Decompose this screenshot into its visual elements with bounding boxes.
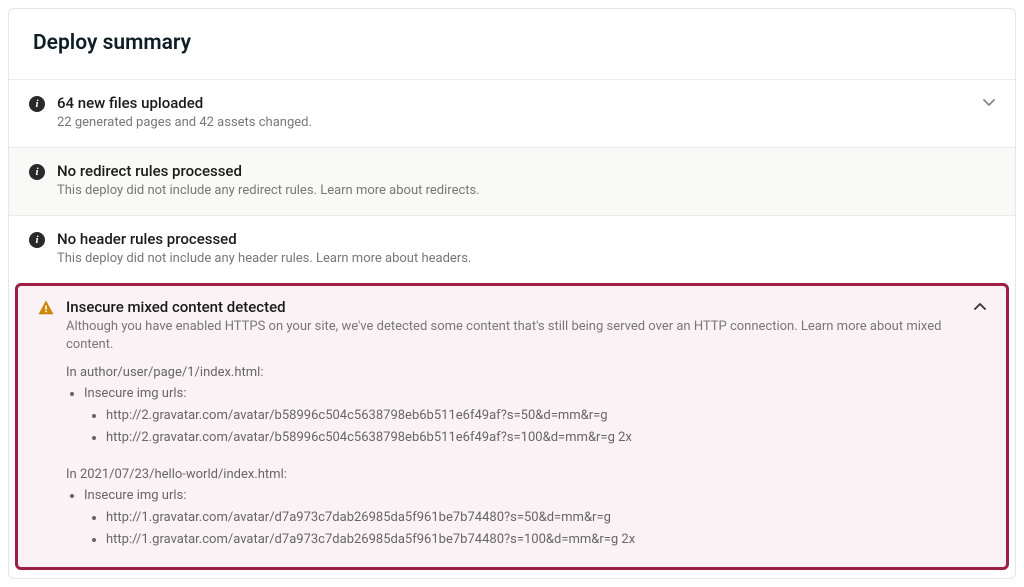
row-subtitle: Although you have enabled HTTPS on your … <box>66 318 964 356</box>
row-subtitle: This deploy did not include any redirect… <box>57 182 995 201</box>
row-subtitle-text: Although you have enabled HTTPS on your … <box>66 319 801 334</box>
summary-row-files-uploaded[interactable]: i 64 new files uploaded 22 generated pag… <box>9 79 1015 147</box>
info-icon: i <box>29 232 45 248</box>
detail-file-path: In author/user/page/1/index.html: <box>66 363 964 383</box>
info-icon: i <box>29 164 45 180</box>
summary-row-headers: i No header rules processed This deploy … <box>9 215 1015 283</box>
insecure-url: http://1.gravatar.com/avatar/d7a973c7dab… <box>106 507 964 529</box>
learn-more-link[interactable]: Learn more about headers. <box>316 251 471 266</box>
insecure-url: http://2.gravatar.com/avatar/b58996c504c… <box>106 405 964 427</box>
detail-label: Insecure img urls: http://2.gravatar.com… <box>84 383 964 449</box>
chevron-up-icon[interactable] <box>964 298 986 313</box>
row-subtitle-text: This deploy did not include any header r… <box>57 251 316 266</box>
row-subtitle: 22 generated pages and 42 assets changed… <box>57 114 973 133</box>
page-title: Deploy summary <box>33 31 991 55</box>
row-title: Insecure mixed content detected <box>66 298 964 316</box>
deploy-summary-header: Deploy summary <box>9 9 1015 79</box>
summary-row-mixed-content[interactable]: Insecure mixed content detected Although… <box>15 283 1009 570</box>
summary-row-redirects: i No redirect rules processed This deplo… <box>9 147 1015 215</box>
row-title: No header rules processed <box>57 230 995 248</box>
row-title: No redirect rules processed <box>57 162 995 180</box>
row-subtitle: This deploy did not include any header r… <box>57 250 995 269</box>
row-subtitle-text: This deploy did not include any redirect… <box>57 183 320 198</box>
deploy-summary-card: Deploy summary i 64 new files uploaded 2… <box>8 8 1016 579</box>
info-icon: i <box>29 96 45 112</box>
detail-label: Insecure img urls: http://1.gravatar.com… <box>84 485 964 551</box>
detail-file-path: In 2021/07/23/hello-world/index.html: <box>66 465 964 485</box>
insecure-url: http://1.gravatar.com/avatar/d7a973c7dab… <box>106 529 964 551</box>
row-title: 64 new files uploaded <box>57 94 973 112</box>
chevron-down-icon[interactable] <box>973 94 995 109</box>
learn-more-link[interactable]: Learn more about redirects. <box>320 183 479 198</box>
insecure-url: http://2.gravatar.com/avatar/b58996c504c… <box>106 427 964 449</box>
warning-icon <box>38 301 54 320</box>
